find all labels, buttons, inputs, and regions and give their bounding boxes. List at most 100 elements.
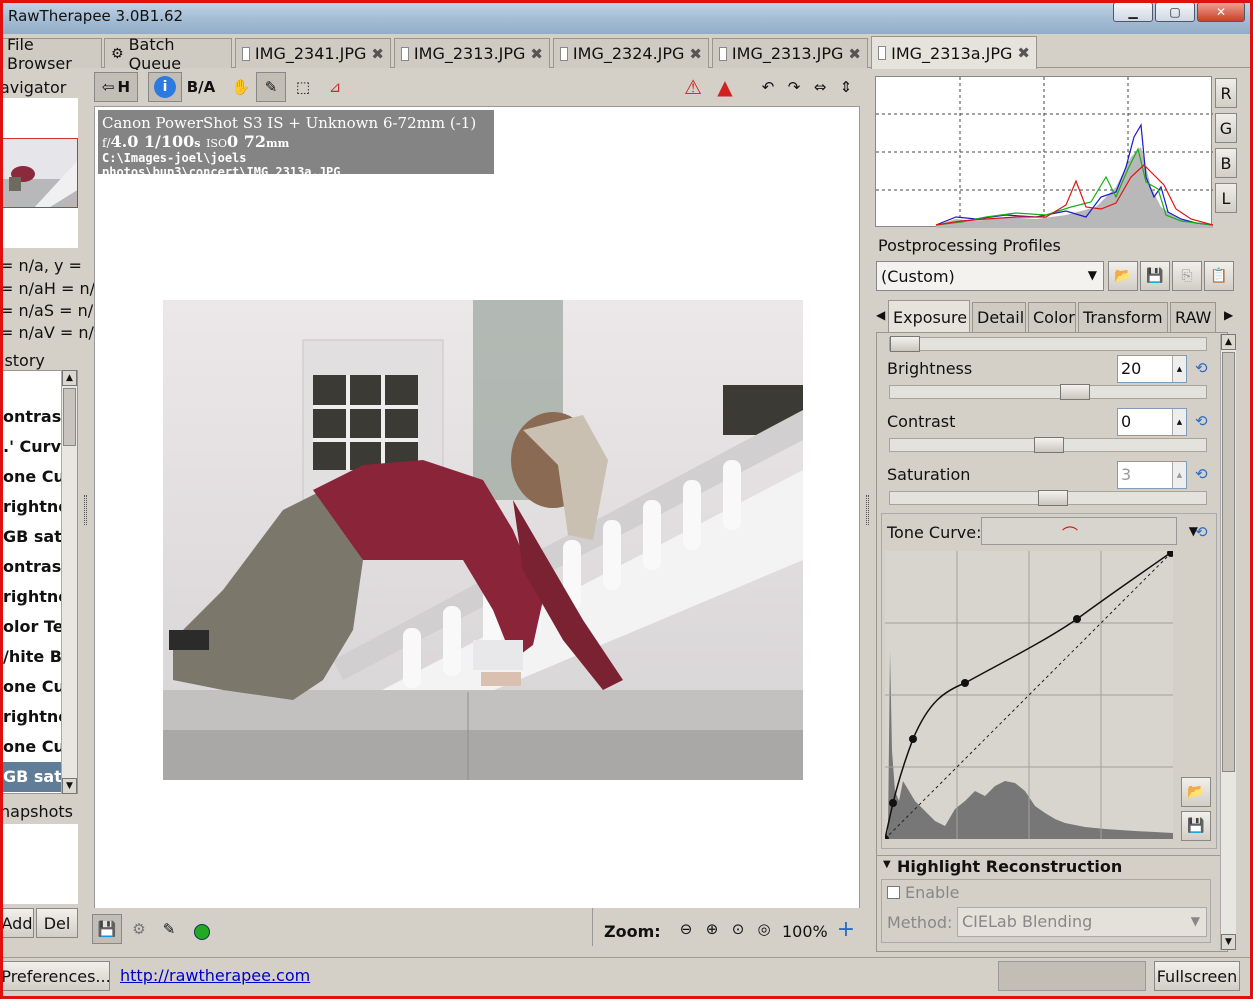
zoom-in-icon[interactable]: ⊕ — [700, 914, 724, 944]
tab-image-1[interactable]: IMG_2341.JPG ✖ — [235, 38, 391, 68]
zoom-100-icon[interactable]: ◎ — [752, 914, 776, 944]
warning-shadow-icon[interactable]: ⚠ — [678, 72, 708, 102]
tab-image-active[interactable]: IMG_2313a.JPG ✖ — [871, 36, 1037, 69]
preferences-button[interactable]: Preferences... — [1, 961, 111, 991]
scroll-up-icon[interactable]: ▲ — [62, 370, 77, 386]
left-splitter-handle[interactable] — [84, 495, 87, 525]
add-snapshot-button[interactable]: Add — [0, 908, 34, 938]
close-tab-icon[interactable]: ✖ — [848, 45, 861, 63]
histogram-green-toggle[interactable]: G — [1215, 113, 1237, 143]
slider-thumb[interactable] — [1034, 437, 1064, 453]
tab-batch-queue[interactable]: ⚙ Batch Queue — [104, 35, 232, 73]
collapse-arrow-icon[interactable]: ▼ — [883, 859, 891, 870]
reset-contrast-icon[interactable]: ⟲ — [1195, 412, 1208, 430]
scroll-up-icon[interactable]: ▲ — [1221, 334, 1236, 350]
tab-label: IMG_2313.JPG — [731, 44, 844, 63]
profile-select[interactable]: (Custom) ▼ — [876, 261, 1104, 291]
rotate-right-icon[interactable]: ↷ — [782, 72, 806, 102]
saturation-slider[interactable] — [889, 490, 1207, 506]
tab-detail[interactable]: Detail — [972, 302, 1026, 332]
close-tab-icon[interactable]: ✖ — [1017, 44, 1030, 62]
highlight-reconstruction-title[interactable]: Highlight Reconstruction — [897, 857, 1122, 876]
flip-vertical-icon[interactable]: ⇕ — [834, 72, 858, 102]
histogram-luma-toggle[interactable]: L — [1215, 183, 1237, 213]
zoom-out-icon[interactable]: ⊖ — [674, 914, 698, 944]
enable-checkbox[interactable] — [887, 886, 900, 899]
hand-tool-icon[interactable]: ✋ — [226, 72, 256, 102]
save-image-icon[interactable]: 💾 — [92, 914, 122, 944]
exposure-info: f/4.0 1/100s ISO0 72mm — [102, 132, 490, 151]
method-select[interactable]: CIELab Blending ▼ — [957, 907, 1207, 937]
focal-unit: mm — [265, 137, 290, 150]
crop-tool-icon[interactable]: ⬚ — [288, 72, 318, 102]
right-splitter-handle[interactable] — [866, 495, 869, 525]
reset-brightness-icon[interactable]: ⟲ — [1195, 359, 1208, 377]
fullscreen-button[interactable]: Fullscreen — [1154, 961, 1240, 991]
histogram-red-toggle[interactable]: R — [1215, 78, 1237, 108]
tab-raw[interactable]: RAW — [1170, 302, 1216, 332]
scroll-down-icon[interactable]: ▼ — [1221, 934, 1236, 950]
navigator-thumbnail[interactable] — [2, 138, 78, 208]
tab-image-4[interactable]: IMG_2313.JPG ✖ — [712, 38, 868, 68]
zoom-fit-icon[interactable]: ⊙ — [726, 914, 750, 944]
spin-arrows-icon[interactable]: ▲▼ — [1172, 356, 1186, 399]
brightness-slider[interactable] — [889, 384, 1207, 400]
hide-panels-button[interactable]: ⇦ H — [94, 72, 138, 102]
load-curve-icon[interactable]: 📂 — [1181, 777, 1211, 807]
scroll-down-icon[interactable]: ▼ — [62, 778, 77, 794]
minimize-button[interactable]: ▁ — [1113, 2, 1153, 22]
scroll-thumb[interactable] — [63, 388, 76, 446]
rotate-left-icon[interactable]: ↶ — [756, 72, 780, 102]
close-button[interactable]: ✕ — [1197, 2, 1245, 22]
photo-image[interactable] — [163, 300, 803, 780]
tab-file-browser[interactable]: File Browser — [0, 35, 102, 73]
curve-type-select[interactable]: ⌒ ▼ — [981, 517, 1198, 545]
new-detail-window-icon[interactable]: + — [834, 914, 858, 944]
close-tab-icon[interactable]: ✖ — [371, 45, 384, 63]
top-partial-slider[interactable] — [889, 336, 1207, 352]
tab-exposure[interactable]: Exposure — [888, 300, 970, 333]
tab-image-2[interactable]: IMG_2313.JPG ✖ — [394, 38, 550, 68]
delete-snapshot-button[interactable]: Del — [36, 908, 78, 938]
brightness-input[interactable]: 20 ▲▼ — [1117, 355, 1187, 399]
website-link[interactable]: http://rawtherapee.com — [120, 966, 310, 985]
save-curve-icon[interactable]: 💾 — [1181, 811, 1211, 841]
scroll-thumb[interactable] — [1222, 352, 1235, 772]
before-after-button[interactable]: B/A — [184, 72, 218, 102]
paste-profile-icon[interactable]: 📋 — [1204, 261, 1234, 291]
color-picker-icon[interactable]: ✎ — [256, 72, 286, 102]
tab-transform[interactable]: Transform — [1078, 302, 1168, 332]
history-scrollbar[interactable]: ▲ ▼ — [61, 370, 77, 794]
info-button[interactable]: i — [148, 72, 182, 102]
saturation-input[interactable]: 3 ▲▼ — [1117, 461, 1187, 505]
slider-thumb[interactable] — [1038, 490, 1068, 506]
straighten-tool-icon[interactable]: ⊿ — [320, 72, 350, 102]
warning-highlight-icon[interactable]: ▲ — [710, 72, 740, 102]
tone-curve-editor[interactable] — [881, 549, 1175, 843]
load-profile-icon[interactable]: 📂 — [1108, 261, 1138, 291]
reset-saturation-icon[interactable]: ⟲ — [1195, 465, 1208, 483]
reset-curve-icon[interactable]: ⟲ — [1195, 523, 1208, 541]
tab-scroll-left-icon[interactable]: ◀ — [876, 308, 885, 322]
slider-thumb[interactable] — [890, 336, 920, 352]
save-profile-icon[interactable]: 💾 — [1140, 261, 1170, 291]
maximize-button[interactable]: ▢ — [1155, 2, 1195, 22]
contrast-slider[interactable] — [889, 437, 1207, 453]
tab-color[interactable]: Color — [1028, 302, 1076, 332]
slider-thumb[interactable] — [1060, 384, 1090, 400]
snapshots-list[interactable] — [2, 824, 78, 904]
send-to-editor-icon[interactable]: ✎ — [154, 914, 184, 944]
flip-horizontal-icon[interactable]: ⇔ — [808, 72, 832, 102]
queue-settings-icon[interactable]: ⚙ — [124, 914, 154, 944]
histogram-blue-toggle[interactable]: B — [1215, 148, 1237, 178]
tab-image-3[interactable]: IMG_2324.JPG ✖ — [553, 38, 709, 68]
spin-arrows-icon[interactable]: ▲▼ — [1172, 462, 1186, 505]
spin-arrows-icon[interactable]: ▲▼ — [1172, 409, 1186, 452]
image-preview[interactable] — [94, 106, 860, 938]
close-tab-icon[interactable]: ✖ — [530, 45, 543, 63]
contrast-input[interactable]: 0 ▲▼ — [1117, 408, 1187, 452]
copy-profile-icon[interactable]: ⎘ — [1172, 261, 1202, 291]
tools-scrollbar[interactable]: ▲ ▼ — [1220, 334, 1236, 950]
tab-scroll-right-icon[interactable]: ▶ — [1224, 308, 1233, 322]
close-tab-icon[interactable]: ✖ — [689, 45, 702, 63]
